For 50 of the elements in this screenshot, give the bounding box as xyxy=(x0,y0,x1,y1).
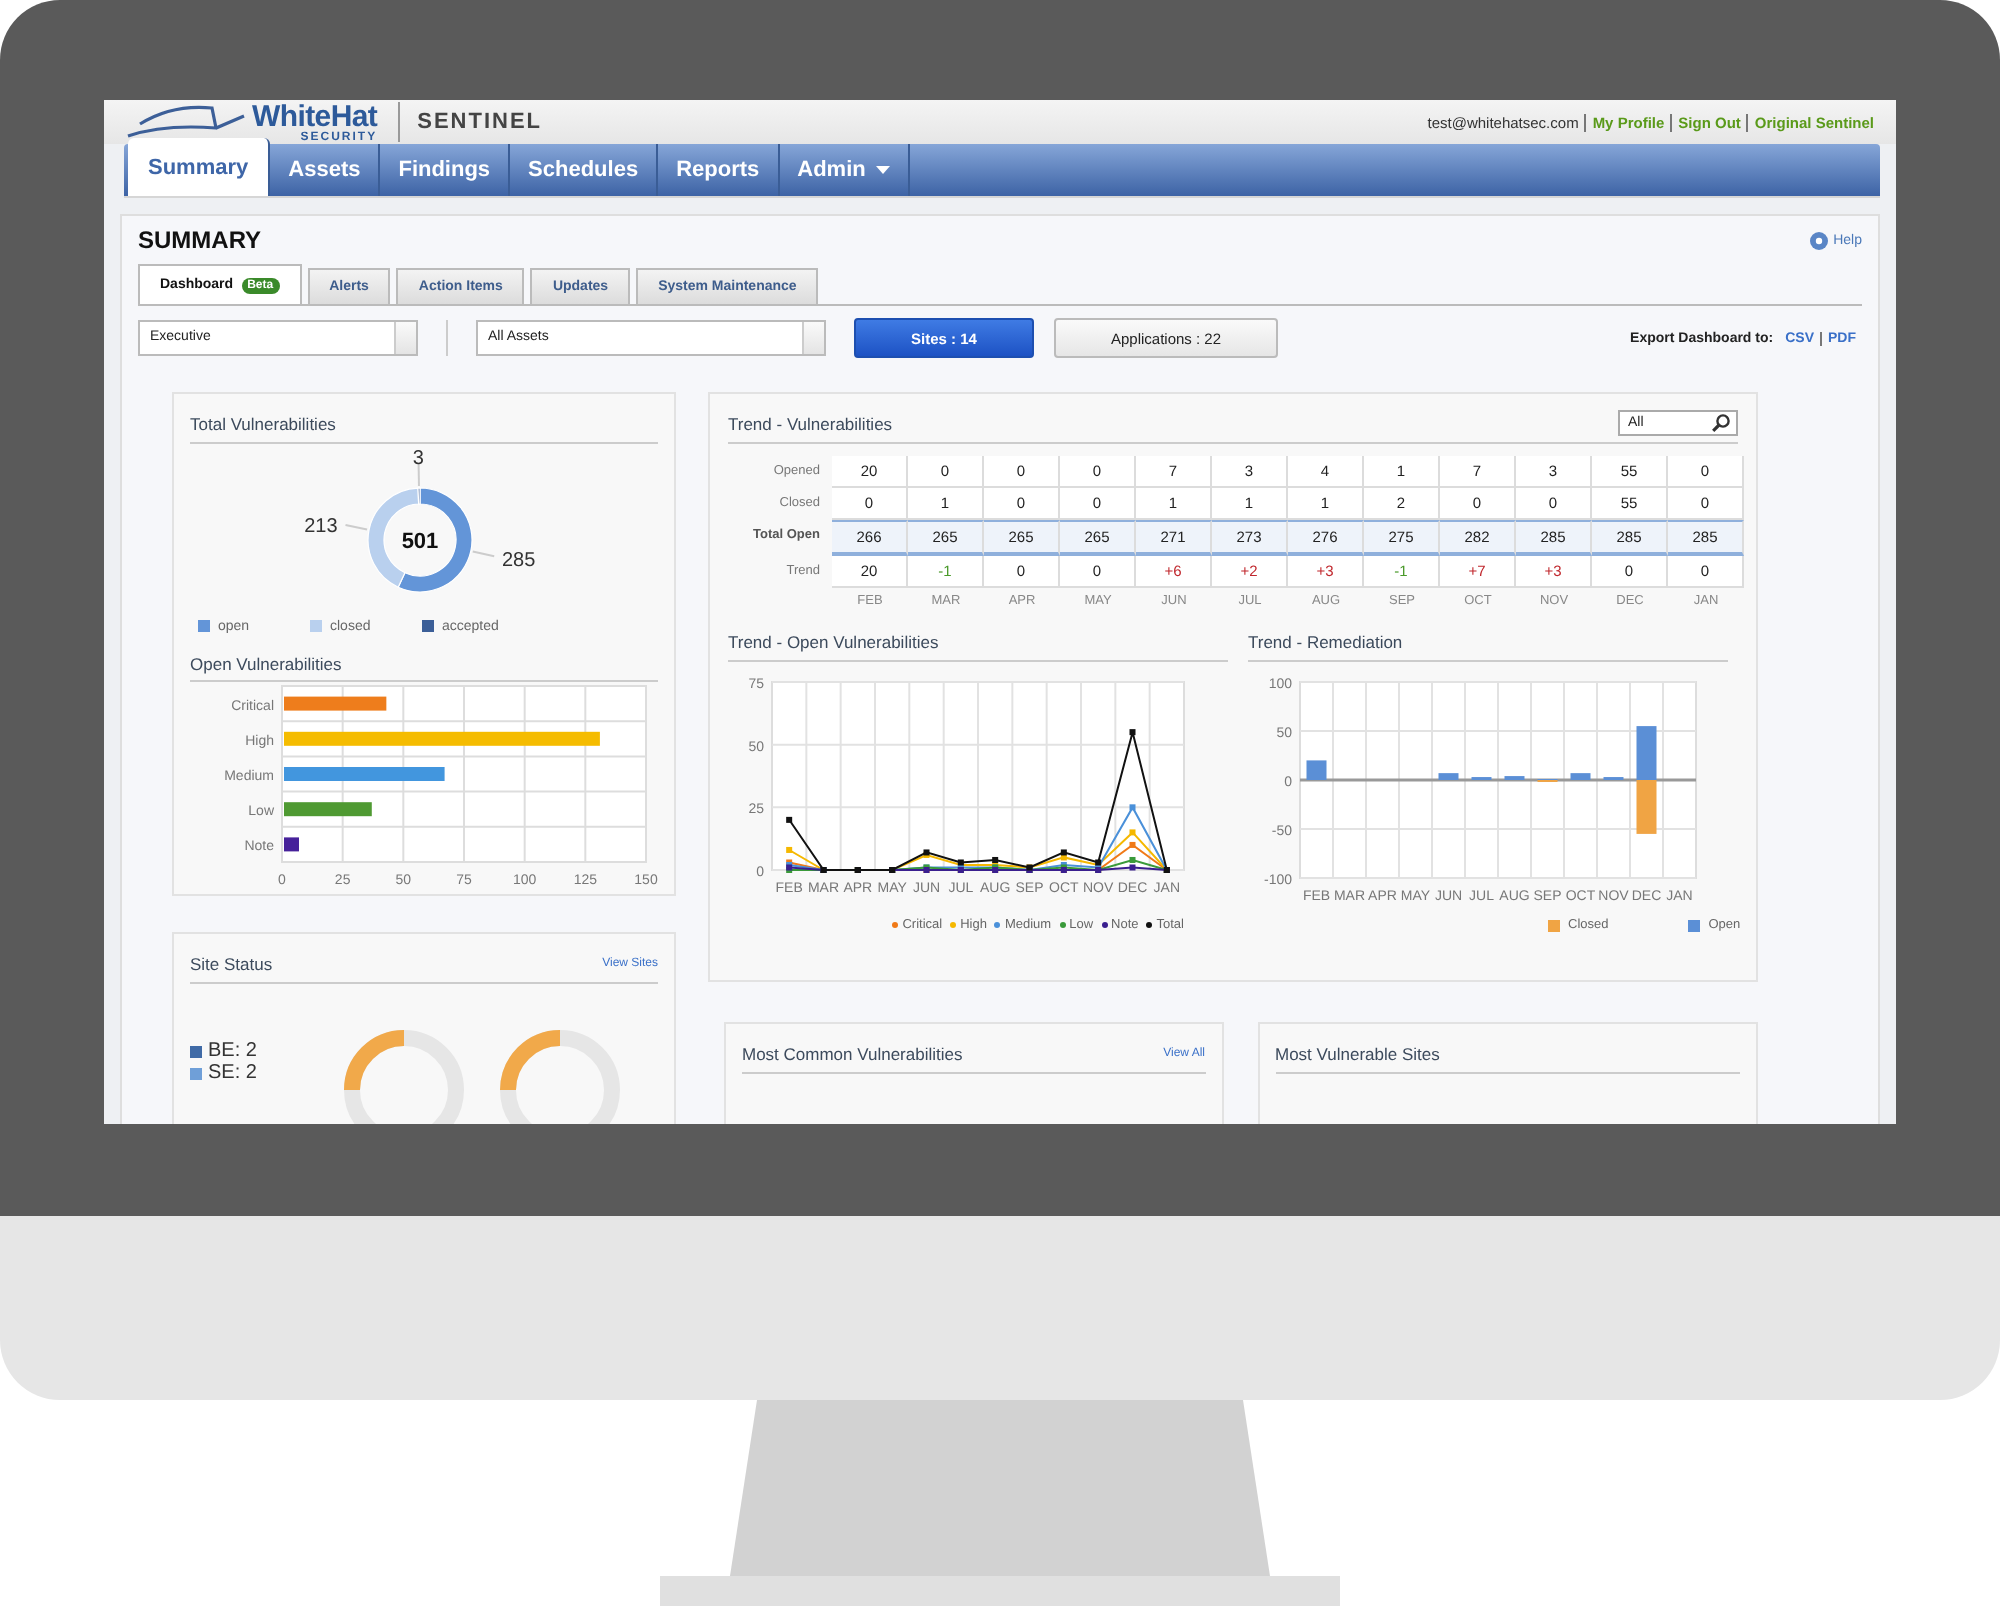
caret-icon xyxy=(394,322,416,354)
chart-title: Trend - Remediation xyxy=(1248,632,1728,662)
panel-title: Open Vulnerabilities xyxy=(190,654,342,674)
chart-bar xyxy=(1636,780,1657,834)
nav-tab[interactable]: Summary xyxy=(128,138,271,196)
logo-wordmark: WhiteHat xyxy=(252,101,378,131)
panel-title: Site Status xyxy=(190,954,273,974)
data-point xyxy=(786,816,793,823)
legend-swatch xyxy=(1688,919,1701,931)
donut-total: 501 xyxy=(401,530,439,554)
data-point xyxy=(1129,829,1136,836)
chart-bar xyxy=(284,837,299,852)
legend-swatch xyxy=(198,620,210,632)
legend-dot xyxy=(1101,922,1108,928)
legend-dot xyxy=(1146,922,1153,928)
data-point xyxy=(1129,804,1136,811)
panel-title: Total Vulnerabilities xyxy=(190,414,336,434)
chart-bar xyxy=(1636,726,1657,780)
chart-bar xyxy=(284,802,372,817)
chart-bar xyxy=(1306,760,1327,780)
chart-bar xyxy=(1570,773,1591,780)
leader-line xyxy=(417,463,420,487)
chart-title: Trend - Open Vulnerabilities xyxy=(728,632,1228,662)
data-label: 213 xyxy=(304,515,338,538)
panel-title: Most Common Vulnerabilities xyxy=(742,1044,963,1064)
swoosh-icon xyxy=(124,100,248,144)
leader-line xyxy=(471,550,496,558)
data-label: 285 xyxy=(502,550,536,572)
panel-title: Most Vulnerable Sites xyxy=(1275,1044,1440,1064)
page-title: SUMMARY xyxy=(138,226,262,254)
legend-label: BE: 2 xyxy=(208,1040,257,1062)
legend-dot xyxy=(892,922,899,928)
help-icon xyxy=(1809,231,1828,249)
legend-swatch xyxy=(1548,919,1560,931)
data-point xyxy=(1129,841,1136,848)
legend-dot xyxy=(1059,922,1066,928)
legend-swatch xyxy=(422,620,434,632)
data-label: 3 xyxy=(412,448,424,470)
data-point xyxy=(786,846,793,853)
product-name: SENTINEL xyxy=(397,102,543,142)
chart-bar xyxy=(1438,773,1459,780)
caret-icon xyxy=(802,322,824,354)
search-icon xyxy=(1712,413,1730,431)
leader-line xyxy=(344,524,369,531)
panel-title: Trend - Vulnerabilities xyxy=(728,414,893,434)
data-point xyxy=(1129,729,1136,736)
legend-swatch xyxy=(310,620,322,632)
legend-label: SE: 2 xyxy=(208,1062,257,1084)
legend-dot xyxy=(950,922,957,928)
legend-dot xyxy=(994,922,1001,928)
